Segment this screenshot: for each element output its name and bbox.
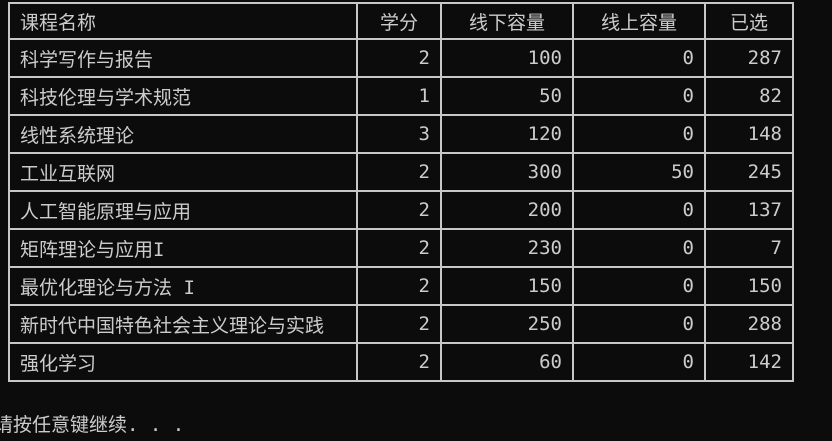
cell-selected: 82: [704, 76, 794, 116]
cell-course-name: 矩阵理论与应用I: [8, 228, 358, 268]
table-row: 强化学习 2 60 0 142: [8, 342, 794, 382]
cell-course-name: 人工智能原理与应用: [8, 190, 358, 230]
cell-credits: 2: [356, 304, 442, 344]
cell-selected: 150: [704, 266, 794, 306]
press-any-key-prompt: 请按任意键继续. . .: [0, 414, 185, 436]
table-row: 矩阵理论与应用I 2 230 0 7: [8, 228, 794, 268]
header-selected: 已选: [704, 2, 794, 40]
cell-credits: 2: [356, 266, 442, 306]
cell-credits: 3: [356, 114, 442, 154]
cell-selected: 142: [704, 342, 794, 382]
cell-online-capacity: 0: [572, 304, 706, 344]
table-row: 新时代中国特色社会主义理论与实践 2 250 0 288: [8, 304, 794, 344]
cell-online-capacity: 0: [572, 190, 706, 230]
table-row: 科学写作与报告 2 100 0 287: [8, 38, 794, 78]
header-offline-capacity: 线下容量: [440, 2, 574, 40]
cell-offline-capacity: 50: [440, 76, 574, 116]
table-row: 科技伦理与学术规范 1 50 0 82: [8, 76, 794, 116]
cell-online-capacity: 0: [572, 114, 706, 154]
console-window: 课程名称 学分 线下容量 线上容量 已选 科学写作与报告 2 100 0 287…: [0, 0, 832, 441]
cell-course-name: 最优化理论与方法 I: [8, 266, 358, 306]
cell-credits: 2: [356, 342, 442, 382]
cell-offline-capacity: 120: [440, 114, 574, 154]
table-row: 人工智能原理与应用 2 200 0 137: [8, 190, 794, 230]
table-header-row: 课程名称 学分 线下容量 线上容量 已选: [8, 2, 794, 40]
cell-credits: 2: [356, 152, 442, 192]
cell-offline-capacity: 150: [440, 266, 574, 306]
cell-credits: 2: [356, 190, 442, 230]
cell-offline-capacity: 100: [440, 38, 574, 78]
cell-course-name: 工业互联网: [8, 152, 358, 192]
cell-credits: 1: [356, 76, 442, 116]
cell-online-capacity: 0: [572, 228, 706, 268]
cell-offline-capacity: 200: [440, 190, 574, 230]
cell-online-capacity: 0: [572, 266, 706, 306]
cell-course-name: 科技伦理与学术规范: [8, 76, 358, 116]
cell-selected: 7: [704, 228, 794, 268]
cell-online-capacity: 50: [572, 152, 706, 192]
cell-offline-capacity: 250: [440, 304, 574, 344]
table-row: 工业互联网 2 300 50 245: [8, 152, 794, 192]
cell-selected: 148: [704, 114, 794, 154]
cell-selected: 287: [704, 38, 794, 78]
cell-online-capacity: 0: [572, 76, 706, 116]
cell-online-capacity: 0: [572, 38, 706, 78]
header-course-name: 课程名称: [8, 2, 358, 40]
cell-course-name: 强化学习: [8, 342, 358, 382]
cell-online-capacity: 0: [572, 342, 706, 382]
cell-credits: 2: [356, 38, 442, 78]
cell-credits: 2: [356, 228, 442, 268]
cell-offline-capacity: 60: [440, 342, 574, 382]
cell-selected: 288: [704, 304, 794, 344]
cell-selected: 245: [704, 152, 794, 192]
table-row: 线性系统理论 3 120 0 148: [8, 114, 794, 154]
header-online-capacity: 线上容量: [572, 2, 706, 40]
cell-selected: 137: [704, 190, 794, 230]
table-row: 最优化理论与方法 I 2 150 0 150: [8, 266, 794, 306]
cell-course-name: 线性系统理论: [8, 114, 358, 154]
header-credits: 学分: [356, 2, 442, 40]
cell-offline-capacity: 230: [440, 228, 574, 268]
cell-course-name: 新时代中国特色社会主义理论与实践: [8, 304, 358, 344]
cell-offline-capacity: 300: [440, 152, 574, 192]
cell-course-name: 科学写作与报告: [8, 38, 358, 78]
course-table: 课程名称 学分 线下容量 线上容量 已选 科学写作与报告 2 100 0 287…: [8, 2, 794, 382]
